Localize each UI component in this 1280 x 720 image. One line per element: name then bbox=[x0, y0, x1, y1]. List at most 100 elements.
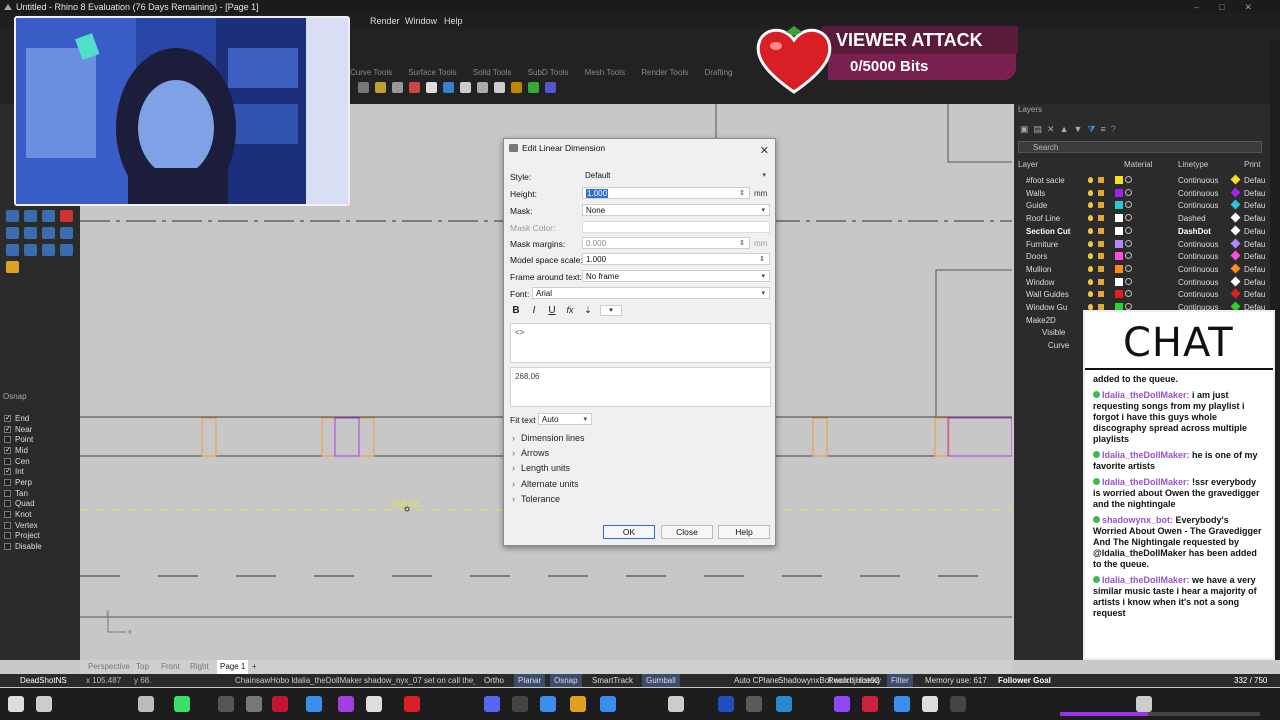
lock-icon[interactable] bbox=[1098, 227, 1104, 234]
osnap-item[interactable]: Point bbox=[0, 434, 80, 445]
material-icon[interactable] bbox=[1125, 188, 1132, 196]
layer-linetype[interactable]: Continuous bbox=[1178, 201, 1218, 210]
status-smarttrack[interactable]: SmartTrack bbox=[592, 674, 633, 687]
lock-icon[interactable] bbox=[1098, 202, 1104, 209]
lightbulb-icon[interactable] bbox=[392, 82, 403, 93]
check-tool-icon[interactable] bbox=[42, 244, 55, 256]
material-icon[interactable] bbox=[1125, 277, 1132, 285]
material-icon[interactable] bbox=[1125, 303, 1132, 310]
search-icon[interactable] bbox=[218, 696, 234, 712]
layer-print-width[interactable]: Defau bbox=[1244, 290, 1265, 299]
col-linetype[interactable]: Linetype bbox=[1178, 160, 1208, 169]
bold-button[interactable]: B bbox=[510, 305, 522, 316]
tab-subd-tools[interactable]: SubD Tools bbox=[528, 68, 569, 77]
print-color-swatch[interactable] bbox=[1230, 212, 1241, 223]
tab-surface-tools[interactable]: Surface Tools bbox=[408, 68, 456, 77]
col-material[interactable]: Material bbox=[1124, 160, 1152, 169]
help-icon[interactable] bbox=[545, 82, 556, 93]
osnap-checkbox[interactable] bbox=[4, 457, 11, 465]
section-alternate-units[interactable]: Alternate units bbox=[512, 479, 579, 489]
status-filter[interactable]: Filter bbox=[887, 674, 913, 687]
app-icon[interactable] bbox=[862, 696, 878, 712]
add-tab-button[interactable]: + bbox=[252, 660, 257, 674]
layer-linetype[interactable]: Continuous bbox=[1178, 252, 1218, 261]
menu-icon[interactable]: ≡ bbox=[1100, 124, 1105, 135]
layer-row[interactable]: Mullion Continuous Defau bbox=[1014, 263, 1280, 276]
spinner-icon[interactable]: ⇕ bbox=[759, 254, 765, 265]
font-select[interactable]: Arial ▾ bbox=[532, 287, 770, 299]
layer-row[interactable]: #foot sacle Continuous Defau bbox=[1014, 174, 1280, 187]
status-planar[interactable]: Planar bbox=[514, 674, 546, 687]
app-icon[interactable] bbox=[718, 696, 734, 712]
new-sublayer-icon[interactable]: ▤ bbox=[1034, 124, 1043, 135]
layer-row[interactable]: Doors Continuous Defau bbox=[1014, 250, 1280, 263]
lock-icon[interactable] bbox=[1098, 265, 1104, 272]
rhino-icon[interactable] bbox=[922, 696, 938, 712]
spinner-icon[interactable]: ⇕ bbox=[739, 188, 745, 199]
print-color-swatch[interactable] bbox=[1230, 238, 1241, 248]
osnap-checkbox[interactable] bbox=[4, 521, 11, 529]
move-down-icon[interactable]: ▼ bbox=[1074, 124, 1083, 135]
tab-perspective[interactable]: Perspective bbox=[88, 660, 130, 674]
tab-page-1[interactable]: Page 1 bbox=[217, 660, 249, 674]
pencil-tool-icon[interactable] bbox=[6, 261, 19, 273]
section-tolerance[interactable]: Tolerance bbox=[512, 494, 560, 504]
angle-tool-icon[interactable] bbox=[24, 244, 37, 256]
osnap-checkbox[interactable]: ✓ bbox=[4, 414, 11, 422]
tab-solid-tools[interactable]: Solid Tools bbox=[473, 68, 512, 77]
new-layer-icon[interactable]: ▣ bbox=[1020, 124, 1029, 135]
delete-tool-icon[interactable] bbox=[60, 210, 73, 222]
layer-print-width[interactable]: Defau bbox=[1244, 189, 1265, 198]
filter-icon[interactable]: ⧩ bbox=[1087, 124, 1095, 135]
close-button[interactable]: Close bbox=[661, 525, 713, 539]
osnap-checkbox[interactable]: ✓ bbox=[4, 446, 11, 454]
lightbulb-icon[interactable] bbox=[1088, 265, 1093, 272]
osnap-checkbox[interactable] bbox=[4, 511, 11, 519]
osnap-item[interactable]: Cen bbox=[0, 456, 80, 467]
tab-render-tools[interactable]: Render Tools bbox=[641, 68, 688, 77]
steam-icon[interactable] bbox=[776, 696, 792, 712]
tab-front[interactable]: Front bbox=[161, 660, 180, 674]
ok-button[interactable]: OK bbox=[603, 525, 655, 539]
fit-text-select[interactable]: Auto ▾ bbox=[538, 413, 592, 425]
model-scale-field[interactable]: 1.000 ⇕ bbox=[582, 253, 770, 265]
lightbulb-icon[interactable] bbox=[1088, 177, 1093, 183]
task-view-icon[interactable] bbox=[246, 696, 262, 712]
start-icon[interactable] bbox=[8, 696, 24, 712]
lock-icon[interactable] bbox=[1098, 189, 1104, 196]
app-icon[interactable] bbox=[512, 696, 528, 712]
light-icon[interactable] bbox=[375, 82, 386, 93]
dialog-titlebar[interactable]: Edit Linear Dimension ✕ bbox=[504, 139, 775, 157]
status-gumball[interactable]: Gumball bbox=[642, 674, 680, 687]
height-field[interactable]: 1.000 ⇕ bbox=[582, 187, 750, 199]
underline-button[interactable]: U bbox=[546, 305, 558, 316]
osnap-checkbox[interactable] bbox=[4, 489, 11, 497]
osnap-item[interactable]: Project bbox=[0, 531, 80, 542]
layer-print-width[interactable]: Defau bbox=[1244, 278, 1265, 287]
osnap-item[interactable]: Perp bbox=[0, 477, 80, 488]
app-icon[interactable] bbox=[746, 696, 762, 712]
lightbulb-icon[interactable] bbox=[1088, 215, 1093, 222]
tab-curve-tools[interactable]: Curve Tools bbox=[350, 68, 392, 77]
select-icon[interactable] bbox=[358, 82, 369, 93]
osnap-item[interactable]: Disable bbox=[0, 541, 80, 552]
print-color-swatch[interactable] bbox=[1230, 263, 1241, 274]
layer-search-input[interactable]: Search bbox=[1018, 141, 1262, 153]
col-layer[interactable]: Layer bbox=[1018, 160, 1038, 169]
layer-linetype[interactable]: Continuous bbox=[1178, 278, 1218, 287]
layer-color-swatch[interactable] bbox=[1115, 188, 1123, 197]
layer-row[interactable]: Roof Line Dashed Defau bbox=[1014, 212, 1280, 225]
menu-window[interactable]: Window bbox=[405, 14, 437, 28]
material-icon[interactable] bbox=[1125, 176, 1132, 183]
material-icon[interactable] bbox=[1125, 226, 1132, 234]
help-button[interactable]: Help bbox=[718, 525, 770, 539]
section-length-units[interactable]: Length units bbox=[512, 463, 570, 473]
grid-tool-icon[interactable] bbox=[24, 227, 37, 239]
italic-button[interactable]: I bbox=[528, 305, 540, 316]
tab-mesh-tools[interactable]: Mesh Tools bbox=[585, 68, 625, 77]
mask-color-swatch[interactable] bbox=[582, 221, 770, 233]
section-arrows[interactable]: Arrows bbox=[512, 448, 549, 458]
layer-row[interactable]: Section Cut DashDot Defau bbox=[1014, 225, 1280, 238]
layer-linetype[interactable]: DashDot bbox=[1178, 227, 1211, 236]
status-ortho[interactable]: Ortho bbox=[484, 674, 504, 687]
